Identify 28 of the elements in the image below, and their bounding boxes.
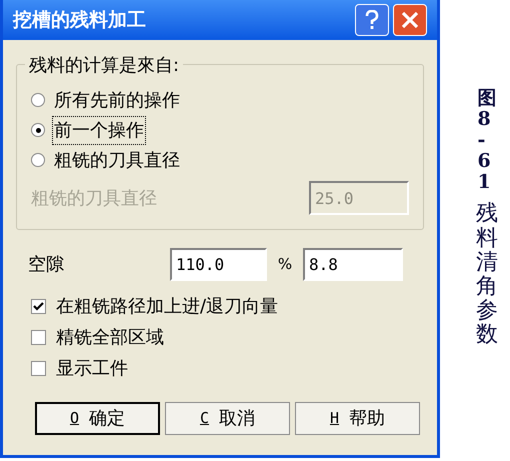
radio-label[interactable]: 粗铣的刀具直径 <box>53 146 181 174</box>
radio-label[interactable]: 所有先前的操作 <box>53 86 181 114</box>
checkbox-label[interactable]: 在粗铣路径加上进/退刀向量 <box>56 293 278 320</box>
diameter-label: 粗铣的刀具直径 <box>31 186 157 210</box>
dialog-button[interactable]: C 取消 <box>165 402 290 435</box>
radio-button[interactable] <box>31 93 45 107</box>
checkbox-label[interactable]: 显示工件 <box>56 355 128 382</box>
clearance-value-field[interactable]: 8.8 <box>303 248 403 281</box>
close-button[interactable] <box>393 4 427 36</box>
figure-caption: 残料清角参数 <box>476 202 498 348</box>
clearance-label: 空隙 <box>27 253 65 277</box>
checkbox[interactable] <box>31 330 46 345</box>
radio-button[interactable] <box>31 153 45 167</box>
clearance-percent-field[interactable]: 110.0 <box>170 248 267 281</box>
close-icon <box>401 11 419 29</box>
checkbox-label[interactable]: 精铣全部区域 <box>56 324 164 351</box>
dialog-button[interactable]: H 帮助 <box>295 402 420 435</box>
figure-number: 图8-61 <box>478 88 496 192</box>
help-icon <box>365 10 379 30</box>
help-button[interactable] <box>355 4 389 36</box>
radio-button[interactable] <box>31 123 45 137</box>
check-icon <box>33 301 44 312</box>
checkbox[interactable] <box>31 299 46 314</box>
dialog-button[interactable]: O 确定 <box>35 402 160 435</box>
radio-label[interactable]: 前一个操作 <box>53 116 145 144</box>
window-title: 挖槽的残料加工 <box>13 8 146 33</box>
percent-unit: % <box>276 254 294 276</box>
checkbox[interactable] <box>31 361 46 376</box>
